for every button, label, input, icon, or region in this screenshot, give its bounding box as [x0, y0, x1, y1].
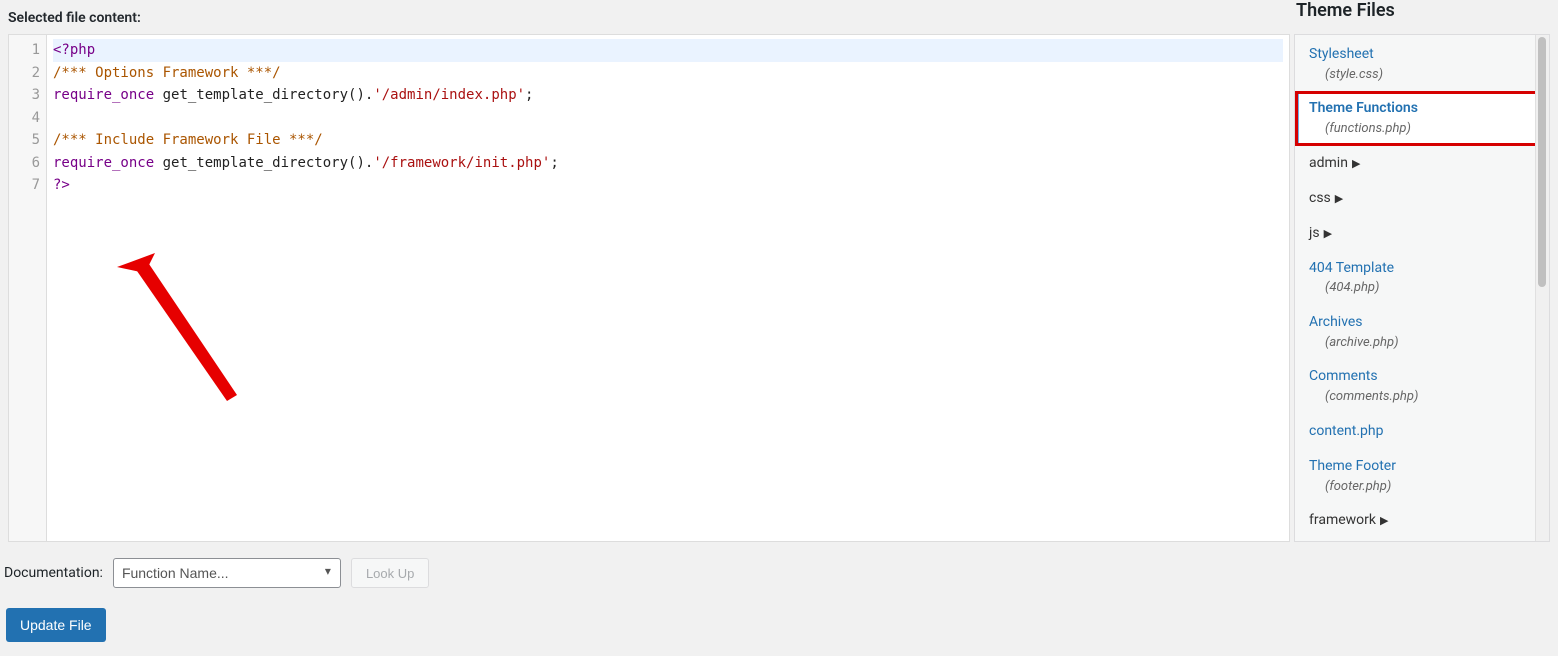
- update-file-button[interactable]: Update File: [6, 608, 106, 642]
- theme-file-item[interactable]: 404 Template (404.php): [1295, 251, 1539, 305]
- folder-arrow-icon: ▶: [1324, 227, 1332, 240]
- file-subname: (404.php): [1309, 279, 1527, 297]
- code-editor[interactable]: 1234567 <?php/*** Options Framework ***/…: [8, 34, 1290, 542]
- code-line[interactable]: [53, 107, 1283, 130]
- folder-arrow-icon: ▶: [1380, 514, 1388, 527]
- file-name: Stylesheet: [1309, 46, 1374, 62]
- scrollbar[interactable]: [1535, 35, 1549, 541]
- file-subname: (comments.php): [1309, 388, 1527, 406]
- theme-files-list: Stylesheet (style.css) Theme Functions (fun…: [1294, 34, 1550, 542]
- file-subname: (style.css): [1309, 66, 1527, 84]
- line-number: 3: [9, 84, 40, 107]
- line-number: 6: [9, 152, 40, 175]
- code-line[interactable]: require_once get_template_directory().'/…: [53, 152, 1283, 175]
- file-name: Theme Footer: [1309, 458, 1396, 474]
- file-subname: (footer.php): [1309, 478, 1527, 496]
- theme-file-item[interactable]: Archives (archive.php): [1295, 305, 1539, 359]
- file-name: css: [1309, 190, 1331, 206]
- line-number: 1: [9, 39, 40, 62]
- file-name: Theme Functions: [1309, 100, 1418, 116]
- code-line[interactable]: ?>: [53, 174, 1283, 197]
- code-line[interactable]: /*** Include Framework File ***/: [53, 129, 1283, 152]
- theme-folder-item[interactable]: js ▶: [1295, 216, 1539, 251]
- theme-file-item[interactable]: Theme Footer (footer.php): [1295, 449, 1539, 503]
- folder-arrow-icon: ▶: [1335, 192, 1343, 205]
- line-number: 4: [9, 107, 40, 130]
- code-line[interactable]: <?php: [53, 39, 1283, 62]
- code-gutter: 1234567: [9, 35, 47, 541]
- file-name: 404 Template: [1309, 260, 1394, 276]
- theme-folder-item[interactable]: css ▶: [1295, 181, 1539, 216]
- documentation-select[interactable]: Function Name...: [113, 558, 341, 588]
- file-name: admin: [1309, 155, 1348, 171]
- line-number: 5: [9, 129, 40, 152]
- file-subname: (archive.php): [1309, 334, 1527, 352]
- lookup-button[interactable]: Look Up: [351, 558, 429, 588]
- scrollbar-thumb[interactable]: [1538, 37, 1546, 287]
- folder-arrow-icon: ▶: [1352, 157, 1360, 170]
- file-name: js: [1309, 225, 1320, 241]
- code-line[interactable]: /*** Options Framework ***/: [53, 62, 1283, 85]
- file-name: Archives: [1309, 314, 1363, 330]
- theme-folder-item[interactable]: framework ▶: [1295, 503, 1539, 538]
- theme-file-item[interactable]: Theme Functions (functions.php): [1295, 91, 1539, 145]
- line-number: 2: [9, 62, 40, 85]
- theme-file-item[interactable]: Stylesheet (style.css): [1295, 37, 1539, 91]
- documentation-label: Documentation:: [4, 565, 103, 581]
- file-name: content.php: [1309, 423, 1383, 439]
- theme-files-heading: Theme Files: [1296, 0, 1395, 21]
- file-name: framework: [1309, 512, 1376, 528]
- theme-folder-item[interactable]: admin ▶: [1295, 146, 1539, 181]
- theme-file-item[interactable]: content.php: [1295, 414, 1539, 449]
- theme-file-item[interactable]: Comments (comments.php): [1295, 359, 1539, 413]
- file-name: Comments: [1309, 368, 1378, 384]
- code-line[interactable]: require_once get_template_directory().'/…: [53, 84, 1283, 107]
- code-content[interactable]: <?php/*** Options Framework ***/require_…: [47, 35, 1289, 541]
- line-number: 7: [9, 174, 40, 197]
- file-subname: (functions.php): [1309, 120, 1527, 138]
